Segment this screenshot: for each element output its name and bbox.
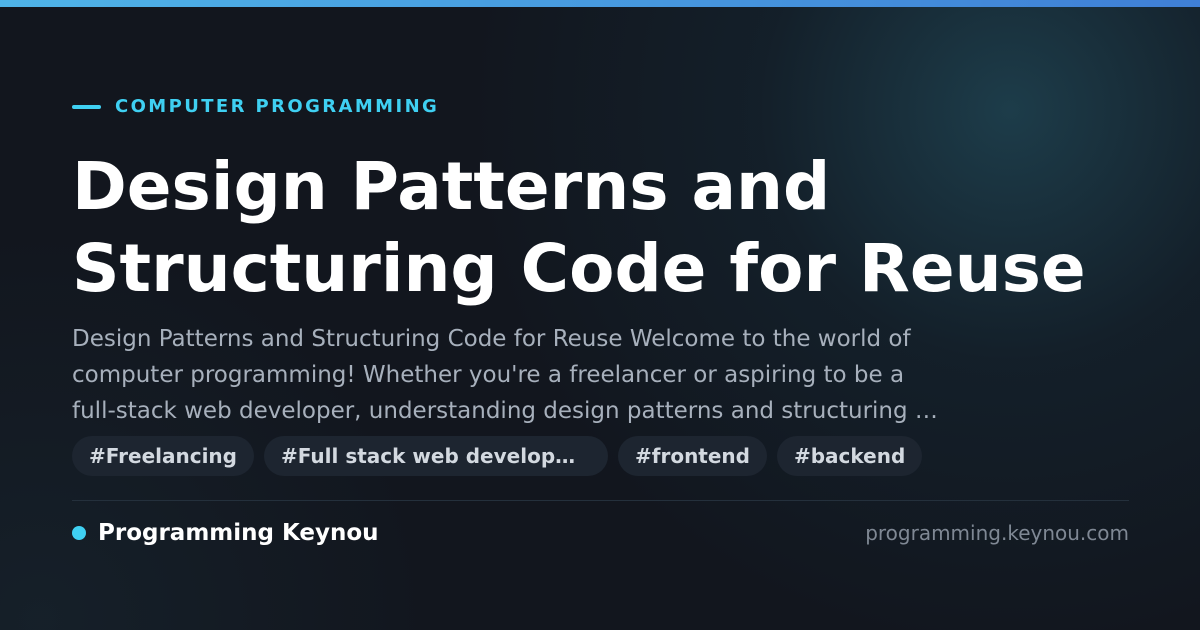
site-url-link[interactable]: programming.keynou.com — [865, 518, 1129, 548]
brand-name: Programming Keynou — [98, 520, 379, 546]
tag-list: #Freelancing #Full stack web developm… #… — [72, 436, 923, 476]
article-title: Design Patterns and Structuring Code for… — [72, 146, 1152, 310]
tag-freelancing[interactable]: #Freelancing — [72, 436, 254, 476]
category-heading: COMPUTER PROGRAMMING — [72, 96, 439, 117]
brand-dot-icon — [72, 526, 86, 540]
footer-divider — [72, 500, 1129, 501]
article-description: Design Patterns and Structuring Code for… — [72, 326, 938, 424]
category-dash-icon — [72, 104, 101, 109]
tag-frontend[interactable]: #frontend — [618, 436, 767, 476]
footer-brand[interactable]: Programming Keynou — [72, 518, 379, 548]
article-title-text: Design Patterns and Structuring Code for… — [72, 148, 1086, 307]
tag-backend[interactable]: #backend — [776, 436, 923, 476]
top-accent-bar — [0, 0, 1200, 7]
category-label: COMPUTER PROGRAMMING — [115, 96, 440, 117]
tag-full-stack-web-development[interactable]: #Full stack web developm… — [264, 436, 608, 476]
